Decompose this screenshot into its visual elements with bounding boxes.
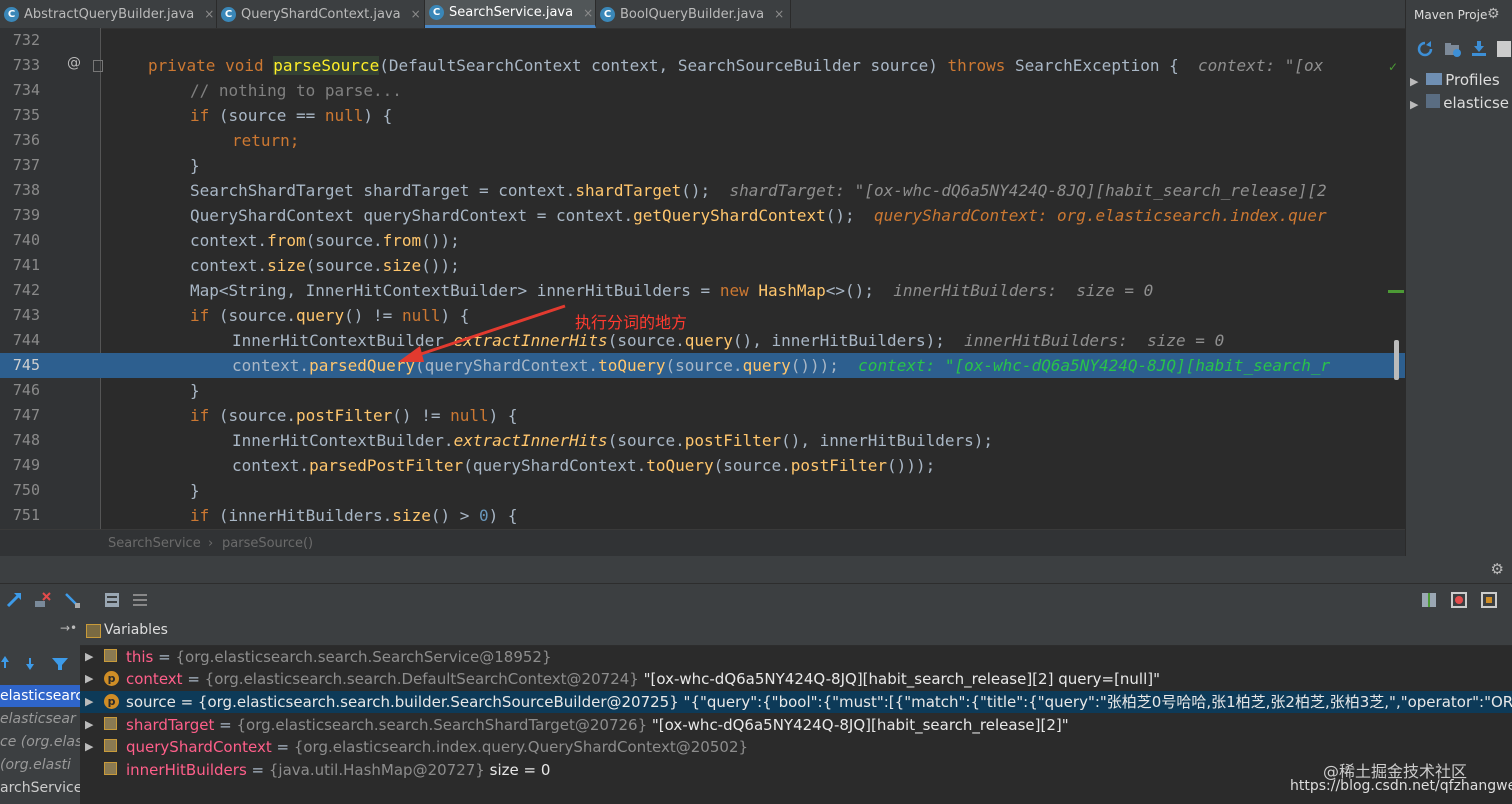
variable-row-shardtarget[interactable]: ▶ shardTarget = {org.elasticsearch.searc…	[80, 714, 1512, 736]
debug-panel-header: ⚙	[0, 556, 1512, 583]
folder-icon[interactable]	[1444, 40, 1462, 58]
frames-panel: →• elasticsearch elasticsear ce (org.ela…	[0, 615, 81, 804]
expand-icon[interactable]: ▶	[85, 691, 93, 713]
plus-icon[interactable]	[1494, 40, 1512, 58]
evaluate-icon[interactable]	[103, 591, 121, 609]
frames-toolbar	[1, 656, 68, 670]
step-over-icon[interactable]	[33, 591, 51, 609]
frame-item[interactable]: elasticsear	[0, 708, 80, 730]
watermark-url: https://blog.csdn.net/qfzhangwei	[1290, 778, 1512, 794]
step-into-icon[interactable]	[63, 591, 81, 609]
folder-icon	[1426, 73, 1443, 85]
variables-panel: Variables ▶ this = {org.elasticsearch.se…	[80, 615, 1512, 804]
expand-icon[interactable]: ▶	[85, 714, 93, 736]
breadcrumb-separator: ›	[208, 536, 214, 551]
settings-icon[interactable]	[1480, 591, 1498, 609]
frame-item[interactable]: archService	[0, 777, 80, 799]
field-icon	[104, 717, 117, 730]
breadcrumb: SearchService › parseSource()	[0, 529, 1405, 557]
expand-icon[interactable]: ▶	[85, 668, 93, 690]
restore-layout-icon[interactable]	[1450, 591, 1468, 609]
refresh-icon[interactable]	[1416, 40, 1434, 58]
show-execution-point-icon[interactable]	[5, 591, 23, 609]
parameter-icon: p	[104, 671, 119, 686]
gear-icon[interactable]: ⚙	[1487, 6, 1500, 22]
breadcrumb-method[interactable]: parseSource()	[222, 536, 313, 551]
gear-icon[interactable]: ⚙	[1491, 560, 1504, 578]
maven-panel-title: Maven Proje	[1414, 8, 1488, 22]
variables-icon	[86, 624, 101, 638]
expand-icon[interactable]: ▶	[85, 736, 93, 758]
variables-title: Variables	[104, 622, 168, 638]
variables-header: Variables	[80, 615, 1512, 646]
layout-icon[interactable]	[1420, 591, 1438, 609]
frame-item[interactable]: ce (org.elas	[0, 731, 80, 753]
variable-row-this[interactable]: ▶ this = {org.elasticsearch.search.Searc…	[80, 646, 1512, 668]
field-icon	[104, 649, 117, 662]
variable-row-source[interactable]: ▶ p source = {org.elasticsearch.search.b…	[80, 691, 1512, 713]
frame-item[interactable]: elasticsearch	[0, 685, 80, 707]
field-icon	[104, 762, 117, 775]
trace-icon[interactable]	[131, 591, 149, 609]
maven-item-profiles[interactable]: ▶ Profiles	[1410, 71, 1500, 89]
pin-icon[interactable]: →•	[60, 621, 77, 635]
frame-item[interactable]: (org.elasti	[0, 754, 80, 776]
variable-row-queryshardcontext[interactable]: ▶ queryShardContext = {org.elasticsearch…	[80, 736, 1512, 758]
maven-projects-panel: Maven Proje ⚙ ▶ Profiles ▶ elasticse	[1405, 0, 1512, 556]
breadcrumb-class[interactable]: SearchService	[108, 536, 201, 551]
annotation-label: 执行分词的地方	[575, 313, 688, 332]
debug-toolbar	[0, 583, 1512, 616]
variable-row-context[interactable]: ▶ p context = {org.elasticsearch.search.…	[80, 668, 1512, 690]
expand-icon[interactable]: ▶	[85, 646, 93, 668]
parameter-icon: p	[104, 694, 119, 709]
maven-item-elasticsearch[interactable]: ▶ elasticse	[1410, 94, 1509, 112]
field-icon	[104, 739, 117, 752]
maven-module-icon	[1426, 94, 1441, 108]
download-icon[interactable]	[1470, 40, 1488, 58]
